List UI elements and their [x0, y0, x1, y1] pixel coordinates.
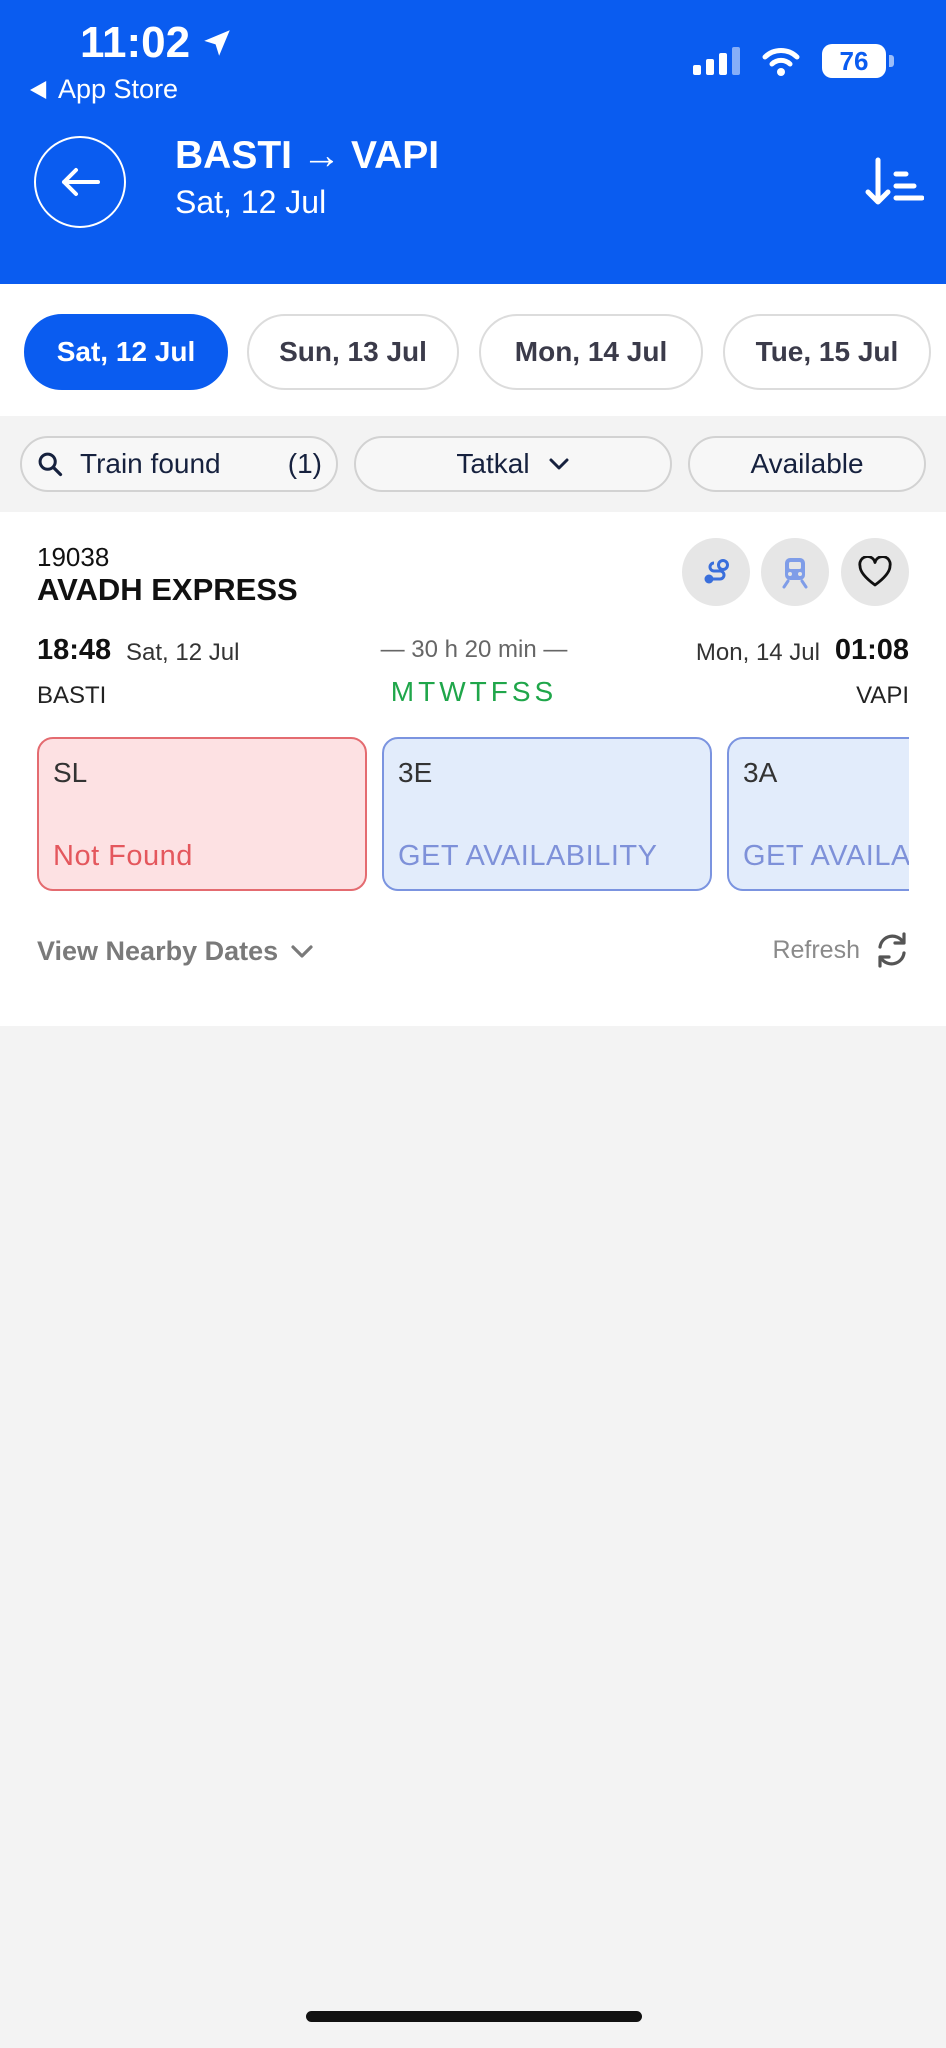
app-header: 11:02 App Store 76 BASTI → VAPI Sat, 12 …: [0, 0, 946, 284]
journey-duration: — 30 h 20 min —: [380, 636, 568, 663]
class-status: GET AVAILABILITY: [398, 840, 658, 872]
running-days: MTWTFSS: [390, 676, 558, 707]
search-icon: [38, 452, 63, 477]
class-code: 3E: [398, 757, 433, 788]
quota-label: Tatkal: [456, 448, 530, 479]
back-button[interactable]: [34, 136, 126, 228]
status-time: 11:02: [80, 18, 234, 68]
date-selector: Sat, 12 Jul Sun, 13 Jul Mon, 14 Jul Tue,…: [0, 284, 946, 416]
refresh-icon: [878, 932, 906, 968]
arrival-time: 01:08: [834, 634, 909, 666]
chevron-down-icon: [549, 458, 569, 470]
status-icons: 76: [693, 44, 894, 78]
train-info-button[interactable]: [761, 538, 829, 606]
class-card-3a[interactable]: 3A GET AVAILABILITY: [727, 737, 909, 891]
refresh-label: Refresh: [772, 935, 860, 964]
date-chip-label: Sun, 13 Jul: [279, 336, 427, 367]
route-summary: BASTI → VAPI Sat, 12 Jul: [175, 134, 439, 221]
quota-dropdown[interactable]: Tatkal: [354, 436, 672, 492]
departure-date: Sat, 12 Jul: [126, 639, 240, 666]
destination-station: VAPI: [856, 682, 909, 709]
back-app-label: App Store: [58, 74, 179, 104]
class-status: Not Found: [53, 840, 193, 872]
battery-level: 76: [839, 45, 869, 76]
availability-filter[interactable]: Available: [688, 436, 926, 492]
from-city: BASTI: [175, 134, 292, 177]
view-nearby-dates-button[interactable]: View Nearby Dates: [37, 936, 314, 967]
sort-icon: [865, 157, 925, 205]
class-card-sl[interactable]: SL Not Found: [37, 737, 367, 891]
train-number: 19038: [37, 542, 110, 572]
signal-icon: [693, 47, 740, 75]
date-chip-3[interactable]: Tue, 15 Jul: [723, 314, 931, 390]
class-status: GET AVAILABILITY: [743, 840, 909, 872]
route-map-button[interactable]: [682, 538, 750, 606]
class-card-3e[interactable]: 3E GET AVAILABILITY: [382, 737, 712, 891]
journey-date: Sat, 12 Jul: [175, 184, 327, 220]
back-arrow-icon: [62, 168, 100, 196]
location-arrow-icon: [204, 30, 230, 56]
train-found-count: (1): [287, 448, 322, 479]
date-chip-2[interactable]: Mon, 14 Jul: [479, 314, 703, 390]
class-code: 3A: [743, 757, 778, 788]
date-chip-label: Sat, 12 Jul: [56, 336, 196, 367]
class-code: SL: [53, 757, 88, 788]
departure-time: 18:48: [37, 634, 112, 666]
train-icon: [782, 558, 808, 589]
date-chip-0[interactable]: Sat, 12 Jul: [24, 314, 228, 390]
chevron-down-icon: [291, 944, 313, 958]
wifi-icon: [762, 48, 800, 76]
availability-label: Available: [750, 448, 864, 479]
refresh-button[interactable]: Refresh: [772, 930, 912, 970]
home-indicator[interactable]: [306, 2011, 642, 2022]
date-chip-1[interactable]: Sun, 13 Jul: [247, 314, 459, 390]
train-search-pill[interactable]: Train found (1): [20, 436, 338, 492]
arrival-date: Mon, 14 Jul: [695, 639, 820, 666]
favorite-button[interactable]: [841, 538, 909, 606]
date-chip-label: Mon, 14 Jul: [514, 336, 668, 367]
to-city: VAPI: [351, 134, 440, 177]
train-card[interactable]: 19038 AVADH EXPRESS 18:48 Sat, 12 Jul — …: [0, 512, 946, 1026]
class-availability-row[interactable]: SL Not Found 3E GET AVAILABILITY 3A GET …: [37, 737, 909, 893]
origin-station: BASTI: [37, 682, 107, 709]
date-chip-label: Tue, 15 Jul: [755, 336, 899, 367]
sort-button[interactable]: [864, 152, 925, 212]
heart-icon: [858, 556, 892, 587]
back-triangle-icon: [30, 80, 47, 99]
route-arrow-icon: →: [302, 134, 341, 177]
back-to-app-store[interactable]: App Store: [30, 74, 178, 105]
train-name: AVADH EXPRESS: [37, 572, 298, 607]
status-time-text: 11:02: [80, 18, 191, 67]
route-title: BASTI → VAPI: [175, 134, 439, 178]
route-icon: [704, 559, 729, 584]
filter-bar: Train found (1) Tatkal Available: [0, 416, 946, 512]
train-found-label: Train found: [80, 448, 221, 479]
battery-icon: 76: [822, 44, 894, 78]
nearby-label: View Nearby Dates: [37, 936, 279, 966]
